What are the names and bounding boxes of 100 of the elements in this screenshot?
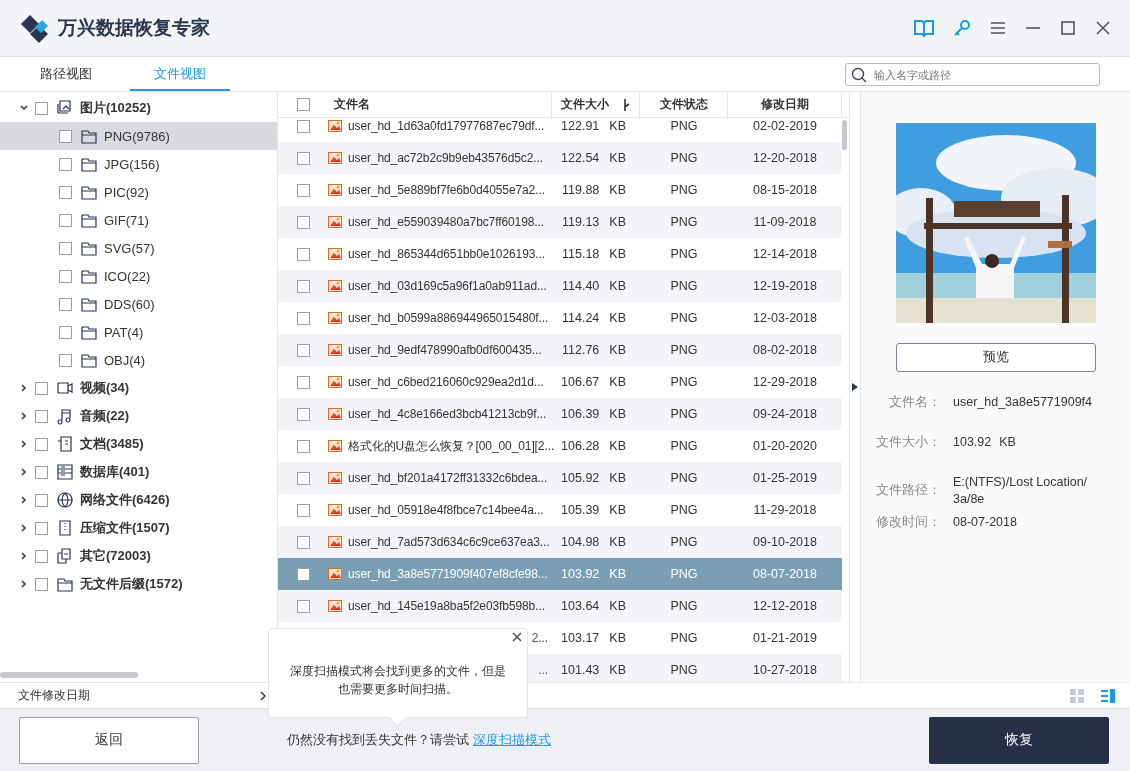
tree-item[interactable]: 图片(10252) xyxy=(0,94,277,122)
folder-icon xyxy=(80,155,98,173)
checkbox[interactable] xyxy=(296,183,310,197)
tree-item[interactable]: 视频(34) xyxy=(0,374,277,402)
checkbox[interactable] xyxy=(296,215,310,229)
checkbox[interactable] xyxy=(296,343,310,357)
checkbox[interactable] xyxy=(296,535,310,549)
checkbox[interactable] xyxy=(59,325,72,339)
column-header[interactable]: 修改日期 xyxy=(760,96,809,113)
checkbox[interactable] xyxy=(59,129,72,143)
checkbox[interactable] xyxy=(35,465,48,479)
date-filter[interactable]: 文件修改日期 xyxy=(0,688,278,703)
caret-icon[interactable] xyxy=(20,496,28,504)
sort-icon[interactable] xyxy=(622,98,631,111)
recover-button[interactable]: 恢复 xyxy=(929,716,1109,764)
tree-item[interactable]: PIC(92) xyxy=(0,178,277,206)
maximize-icon[interactable] xyxy=(1060,20,1076,36)
tree-item[interactable]: PAT(4) xyxy=(0,318,277,346)
checkbox[interactable] xyxy=(35,521,48,535)
tree-item[interactable]: GIF(71) xyxy=(0,206,277,234)
column-header[interactable]: 文件名 xyxy=(334,96,370,113)
file-row[interactable]: 格式化的U盘怎么恢复？[00_00_01][2... 106.28 KB PNG 01-20-2020 xyxy=(278,430,842,462)
checkbox[interactable] xyxy=(296,567,310,581)
file-row[interactable]: user_hd_b0599a886944965015480f... 114.24 KB PNG 12-03-2018 xyxy=(278,302,842,334)
tree-item[interactable]: 压缩文件(1507) xyxy=(0,514,277,542)
checkbox[interactable] xyxy=(296,407,310,421)
close-icon[interactable] xyxy=(1095,20,1111,36)
tree-item[interactable]: SVG(57) xyxy=(0,234,277,262)
grid-view-icon[interactable] xyxy=(1070,688,1084,703)
checkbox[interactable] xyxy=(35,409,48,423)
tree-item[interactable]: 数据库(401) xyxy=(0,458,277,486)
checkbox[interactable] xyxy=(35,437,48,451)
tree-item[interactable]: 文档(3485) xyxy=(0,430,277,458)
file-row[interactable]: user_hd_5e889bf7fe6b0d4055e7a2... 119.88 KB PNG 08-15-2018 xyxy=(278,174,842,206)
file-row[interactable]: user_hd_9edf478990afb0df600435... 112.76 KB PNG 08-02-2018 xyxy=(278,334,842,366)
caret-icon[interactable] xyxy=(20,524,28,532)
tree-item[interactable]: 网络文件(6426) xyxy=(0,486,277,514)
expand-arrow-icon[interactable] xyxy=(852,383,858,391)
checkbox[interactable] xyxy=(59,213,72,227)
column-header[interactable]: 文件状态 xyxy=(659,96,708,113)
tree-item[interactable]: PNG(9786) xyxy=(0,122,277,150)
caret-icon[interactable] xyxy=(20,440,28,448)
checkbox[interactable] xyxy=(296,439,310,453)
close-icon[interactable] xyxy=(512,632,522,642)
checkbox[interactable] xyxy=(59,241,72,255)
tree-item[interactable]: JPG(156) xyxy=(0,150,277,178)
file-row[interactable]: user_hd_05918e4f8fbce7c14bee4a... 105.39 KB PNG 11-29-2018 xyxy=(278,494,842,526)
checkbox[interactable] xyxy=(296,151,310,165)
tree-item[interactable]: 其它(72003) xyxy=(0,542,277,570)
book-icon[interactable] xyxy=(914,19,934,37)
file-row[interactable]: user_hd_1d63a0fd17977687ec79df... 122.91 KB PNG 02-02-2019 xyxy=(278,118,842,142)
checkbox[interactable] xyxy=(59,157,72,171)
caret-icon[interactable] xyxy=(20,580,28,588)
tree-item[interactable]: ICO(22) xyxy=(0,262,277,290)
file-row[interactable]: user_hd_03d169c5a96f1a0ab911ad... 114.40 KB PNG 12-19-2018 xyxy=(278,270,842,302)
caret-icon[interactable] xyxy=(20,384,28,392)
checkbox[interactable] xyxy=(35,577,48,591)
view-tab[interactable]: 路径视图 xyxy=(20,58,112,91)
checkbox[interactable] xyxy=(59,269,72,283)
file-row[interactable]: user_hd_145e19a8ba5f2e03fb598b... 103.64 KB PNG 12-12-2018 xyxy=(278,590,842,622)
checkbox[interactable] xyxy=(35,101,48,115)
checkbox[interactable] xyxy=(59,185,72,199)
file-row[interactable]: user_hd_865344d651bb0e1026193... 115.18 KB PNG 12-14-2018 xyxy=(278,238,842,270)
checkbox[interactable] xyxy=(296,375,310,389)
back-button[interactable]: 返回 xyxy=(19,716,199,764)
tree-item[interactable]: OBJ(4) xyxy=(0,346,277,374)
checkbox[interactable] xyxy=(296,503,310,517)
caret-icon[interactable] xyxy=(20,104,28,112)
checkbox[interactable] xyxy=(35,493,48,507)
file-row[interactable]: user_hd_e559039480a7bc7ff60198... 119.13 KB PNG 11-09-2018 xyxy=(278,206,842,238)
checkbox[interactable] xyxy=(296,599,310,613)
menu-icon[interactable] xyxy=(990,21,1006,35)
tree-item[interactable]: DDS(60) xyxy=(0,290,277,318)
scrollbar-thumb[interactable] xyxy=(842,120,847,150)
checkbox[interactable] xyxy=(296,311,310,325)
file-row[interactable]: user_hd_4c8e166ed3bcb41213cb9f... 106.39 KB PNG 09-24-2018 xyxy=(278,398,842,430)
checkbox[interactable] xyxy=(296,119,310,133)
preview-button[interactable]: 预览 xyxy=(895,343,1096,372)
caret-icon[interactable] xyxy=(20,468,28,476)
file-row[interactable]: user_hd_ac72b2c9b9eb43576d5c2... 122.54 KB PNG 12-20-2018 xyxy=(278,142,842,174)
file-row[interactable]: user_hd_7ad573d634c6c9ce637ea3... 104.98 KB PNG 09-10-2018 xyxy=(278,526,842,558)
caret-icon[interactable] xyxy=(20,412,28,420)
checkbox[interactable] xyxy=(296,471,310,485)
checkbox[interactable] xyxy=(35,381,48,395)
column-header[interactable]: 文件大小 xyxy=(560,96,609,113)
file-row[interactable]: user_hd_c6bed216060c929ea2d1d... 106.67 KB PNG 12-29-2018 xyxy=(278,366,842,398)
checkbox[interactable] xyxy=(296,279,310,293)
list-view-icon[interactable] xyxy=(1101,688,1115,703)
scrollbar-thumb[interactable] xyxy=(0,672,138,678)
caret-icon[interactable] xyxy=(20,552,28,560)
checkbox[interactable] xyxy=(35,549,48,563)
file-row[interactable]: user_hd_bf201a4172ff31332c6bdea... 105.92 KB PNG 01-25-2019 xyxy=(278,462,842,494)
tree-item[interactable]: 无文件后缀(1572) xyxy=(0,570,277,598)
checkbox[interactable] xyxy=(59,353,72,367)
checkbox[interactable] xyxy=(59,297,72,311)
tree-item[interactable]: 音频(22) xyxy=(0,402,277,430)
select-all-checkbox[interactable] xyxy=(296,98,310,111)
key-icon[interactable] xyxy=(953,19,971,37)
search-field[interactable]: 输入名字或路径 xyxy=(845,63,1100,86)
checkbox[interactable] xyxy=(296,247,310,261)
